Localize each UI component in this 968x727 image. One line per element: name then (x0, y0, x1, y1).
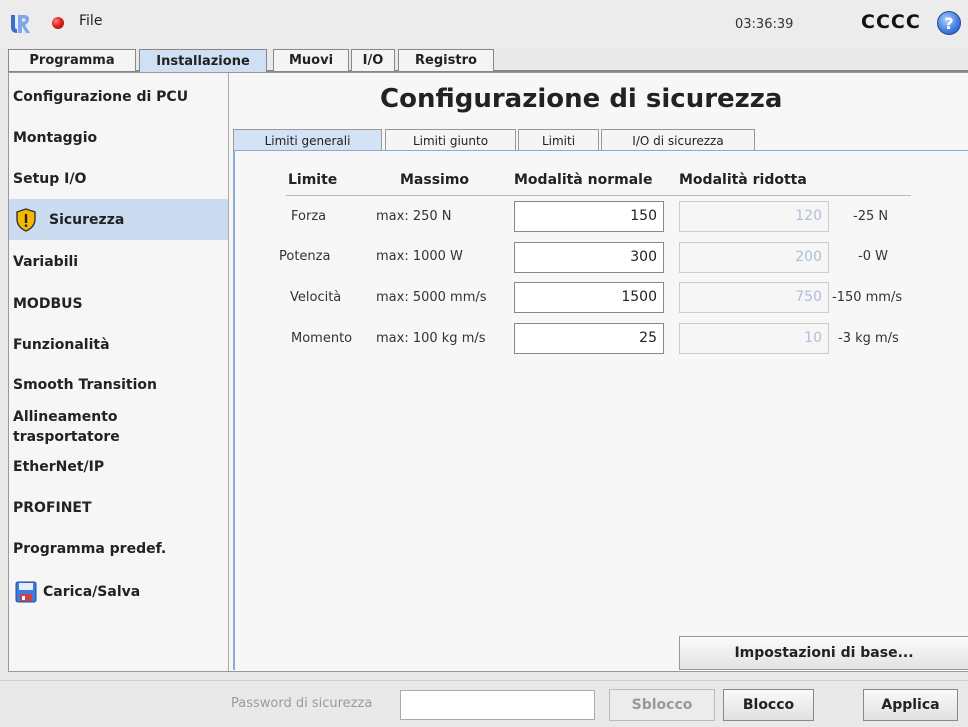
tab-programma[interactable]: Programma (8, 49, 136, 71)
row-label-momento: Momento (291, 331, 353, 346)
forza-reduced-input: 120 (679, 201, 829, 232)
sidebar-item-variabili[interactable]: Variabili (9, 254, 228, 270)
sidebar-item-label: Funzionalità (13, 337, 110, 353)
sidebar-item-label: EtherNet/IP (13, 459, 105, 475)
header-modalita-normale: Modalità normale (514, 172, 653, 188)
warning-shield-icon (15, 208, 37, 236)
tab-muovi[interactable]: Muovi (273, 49, 349, 71)
sidebar-item-funzionalita[interactable]: Funzionalità (9, 337, 228, 353)
momento-delta: -3 kg m/s (838, 331, 899, 346)
subtab-limiti[interactable]: Limiti (518, 129, 599, 151)
subtab-limiti-generali[interactable]: Limiti generali (233, 129, 382, 152)
tab-registro[interactable]: Registro (398, 49, 494, 71)
tab-io[interactable]: I/O (351, 49, 395, 71)
sidebar-item-montaggio[interactable]: Montaggio (9, 130, 228, 146)
sidebar-item-modbus[interactable]: MODBUS (9, 296, 228, 312)
sidebar-item-allineamento[interactable]: Allineamento trasportatore (9, 407, 228, 447)
sidebar-item-label: Variabili (13, 254, 79, 270)
sidebar-item-label: Programma predef. (13, 541, 167, 557)
sidebar-item-label: Setup I/O (13, 171, 87, 187)
apply-button[interactable]: Applica (863, 689, 958, 721)
momento-reduced-input: 10 (679, 323, 829, 354)
sidebar-item-sicurezza[interactable]: Sicurezza (9, 199, 228, 240)
page-title: Configurazione di sicurezza (380, 84, 783, 114)
sidebar-item-label: PROFINET (13, 500, 92, 516)
clock: 03:36:39 (735, 17, 794, 32)
sidebar-item-smooth-transition[interactable]: Smooth Transition (9, 377, 228, 393)
sidebar-item-label: Sicurezza (49, 212, 125, 228)
row-max-forza: max: 250 N (376, 209, 452, 224)
row-max-momento: max: 100 kg m/s (376, 331, 486, 346)
default-settings-button[interactable]: Impostazioni di base... (679, 636, 968, 670)
row-max-potenza: max: 1000 W (376, 249, 463, 264)
sidebar-item-profinet[interactable]: PROFINET (9, 500, 228, 516)
sidebar-item-label: Allineamento trasportatore (13, 409, 120, 445)
momento-normal-input[interactable]: 25 (514, 323, 664, 354)
sidebar-item-label: Smooth Transition (13, 377, 157, 393)
velocita-reduced-input: 750 (679, 282, 829, 313)
tab-installazione[interactable]: Installazione (139, 49, 267, 73)
header-limite: Limite (288, 172, 338, 188)
sidebar-item-carica-salva[interactable]: Carica/Salva (9, 578, 228, 612)
potenza-reduced-input: 200 (679, 242, 829, 273)
floppy-disk-icon (15, 581, 37, 607)
file-menu[interactable]: File (79, 13, 102, 29)
forza-delta: -25 N (853, 209, 889, 224)
potenza-delta: -0 W (858, 249, 888, 264)
sidebar-item-ethernet-ip[interactable]: EtherNet/IP (9, 459, 228, 475)
unlock-button[interactable]: Sblocco (609, 689, 715, 721)
help-icon[interactable]: ? (937, 11, 961, 35)
row-label-forza: Forza (291, 209, 327, 224)
password-label: Password di sicurezza (231, 696, 373, 711)
subtab-io-sicurezza[interactable]: I/O di sicurezza (601, 129, 755, 151)
sidebar-item-programma-predef[interactable]: Programma predef. (9, 541, 228, 557)
sidebar-item-pcu[interactable]: Configurazione di PCU (9, 89, 228, 105)
installation-sidebar: Configurazione di PCU Montaggio Setup I/… (9, 73, 229, 671)
top-bar (0, 0, 968, 48)
password-input[interactable] (400, 690, 595, 720)
velocita-normal-input[interactable]: 1500 (514, 282, 664, 313)
sidebar-item-setup-io[interactable]: Setup I/O (9, 171, 228, 187)
header-modalita-ridotta: Modalità ridotta (679, 172, 807, 188)
main-tabs: Programma Installazione Muovi I/O Regist… (8, 49, 968, 73)
row-max-velocita: max: 5000 mm/s (376, 290, 487, 305)
header-massimo: Massimo (400, 172, 470, 188)
universal-robots-logo-icon (8, 12, 32, 36)
forza-normal-input[interactable]: 150 (514, 201, 664, 232)
sidebar-item-label: MODBUS (13, 296, 83, 312)
row-label-velocita: Velocità (290, 290, 342, 305)
sidebar-item-label: Montaggio (13, 130, 98, 146)
sidebar-item-label: Configurazione di PCU (13, 89, 189, 105)
lock-button[interactable]: Blocco (723, 689, 814, 721)
sidebar-item-label: Carica/Salva (43, 584, 141, 600)
row-label-potenza: Potenza (279, 249, 331, 264)
header-divider (286, 195, 911, 196)
robot-status-indicator-icon (52, 17, 64, 29)
potenza-normal-input[interactable]: 300 (514, 242, 664, 273)
robot-name: CCCC (861, 11, 921, 33)
subtab-limiti-giunto[interactable]: Limiti giunto (385, 129, 516, 151)
velocita-delta: -150 mm/s (832, 290, 903, 305)
